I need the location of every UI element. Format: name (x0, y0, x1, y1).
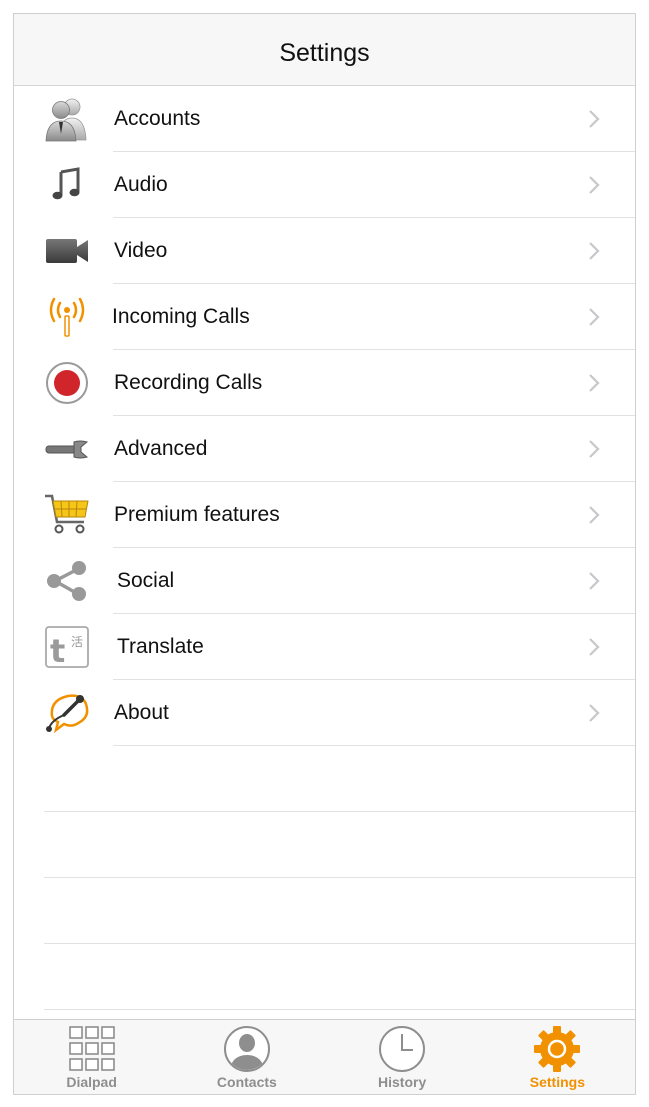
svg-text:t: t (50, 632, 65, 670)
accounts-icon (44, 96, 90, 142)
chevron-right-icon (589, 110, 600, 128)
settings-item-accounts[interactable]: Accounts (14, 86, 635, 152)
chevron-right-icon (589, 506, 600, 524)
tab-contacts[interactable]: Contacts (169, 1020, 324, 1094)
navigation-bar: Settings (14, 14, 635, 86)
chevron-right-icon (589, 572, 600, 590)
tab-history[interactable]: History (325, 1020, 480, 1094)
chevron-right-icon (589, 374, 600, 392)
about-logo-icon (44, 690, 90, 736)
settings-item-label: Premium features (114, 503, 280, 526)
shopping-cart-icon (44, 492, 90, 538)
settings-list: Accounts Audio Video Incoming Calls Reco… (14, 86, 635, 1010)
wrench-icon (44, 426, 90, 472)
chevron-right-icon (589, 308, 600, 326)
settings-item-label: Recording Calls (114, 371, 263, 394)
settings-item-label: Audio (114, 173, 168, 196)
tab-label: Contacts (216, 1074, 277, 1090)
settings-item-label: Social (117, 569, 175, 592)
svg-text:活: 活 (71, 635, 83, 649)
video-camera-icon (44, 228, 90, 274)
chevron-right-icon (589, 704, 600, 722)
share-icon (44, 558, 90, 604)
tab-label: Dialpad (66, 1074, 117, 1090)
settings-item-premium-features[interactable]: Premium features (14, 482, 635, 548)
settings-item-video[interactable]: Video (14, 218, 635, 284)
settings-item-translate[interactable]: t 活 Translate (14, 614, 635, 680)
empty-row (14, 812, 635, 878)
settings-item-advanced[interactable]: Advanced (14, 416, 635, 482)
tab-settings[interactable]: Settings (480, 1020, 635, 1094)
tab-dialpad[interactable]: Dialpad (14, 1020, 169, 1094)
gear-icon (533, 1025, 581, 1073)
antenna-icon (44, 294, 90, 340)
translate-icon: t 活 (44, 624, 90, 670)
empty-row (14, 746, 635, 812)
page-title: Settings (279, 39, 370, 67)
clock-icon (378, 1025, 426, 1073)
settings-item-about[interactable]: About (14, 680, 635, 746)
chevron-right-icon (589, 638, 600, 656)
settings-item-label: Video (114, 239, 168, 262)
settings-item-label: Advanced (114, 437, 208, 460)
empty-row (14, 878, 635, 944)
tab-label: Settings (529, 1074, 585, 1090)
chevron-right-icon (589, 176, 600, 194)
settings-item-label: Translate (117, 635, 204, 658)
music-note-icon (44, 162, 90, 208)
chevron-right-icon (589, 242, 600, 260)
settings-item-label: Incoming Calls (112, 305, 250, 328)
settings-screen: Settings Accounts Audio Video Incoming C… (13, 13, 636, 1095)
settings-item-label: Accounts (114, 107, 201, 130)
contacts-icon (223, 1025, 271, 1073)
settings-item-recording-calls[interactable]: Recording Calls (14, 350, 635, 416)
dialpad-icon (68, 1025, 116, 1073)
settings-item-label: About (114, 701, 169, 724)
settings-item-audio[interactable]: Audio (14, 152, 635, 218)
record-icon (44, 360, 90, 406)
settings-item-social[interactable]: Social (14, 548, 635, 614)
tab-label: History (378, 1074, 427, 1090)
chevron-right-icon (589, 440, 600, 458)
settings-item-incoming-calls[interactable]: Incoming Calls (14, 284, 635, 350)
tab-bar: Dialpad Contacts History Settings (14, 1019, 635, 1094)
empty-row (14, 944, 635, 1010)
